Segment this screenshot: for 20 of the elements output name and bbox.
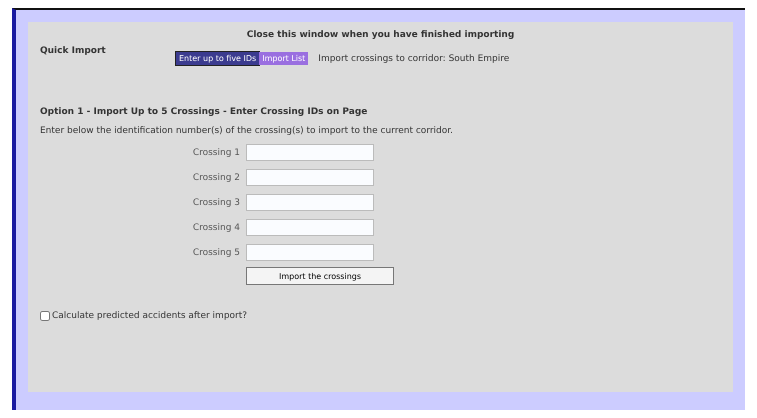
field-label: Crossing 3 — [192, 198, 240, 208]
checkbox-label: Calculate predicted accidents after import? — [52, 311, 248, 321]
field-label: Crossing 1 — [192, 148, 240, 158]
crossing-input[interactable] — [246, 194, 374, 211]
tab[interactable]: Import List — [259, 52, 308, 65]
import-button[interactable]: Import the crossings — [246, 267, 394, 285]
crossing-input[interactable] — [246, 144, 374, 161]
corridor-note: Import crossings to corridor: South Empire — [318, 54, 510, 64]
crossing-input[interactable] — [246, 219, 374, 236]
crossing-input[interactable] — [246, 244, 374, 261]
field-label: Crossing 2 — [192, 172, 240, 182]
tab[interactable]: Enter up to five IDs — [176, 52, 260, 65]
crossing-input[interactable] — [246, 169, 374, 186]
field-label: Crossing 5 — [192, 248, 240, 258]
option-title: Option 1 - Import Up to 5 Crossings - Enter Crossing IDs on Page — [40, 107, 368, 117]
field-label: Crossing 4 — [192, 222, 240, 232]
calculate-checkbox[interactable] — [40, 311, 50, 321]
instructions: Enter below the identification number(s) of the crossing(s) to import to the current corridor. — [40, 126, 454, 136]
page-header: Close this window when you have finished importing — [246, 30, 516, 40]
quick-import-label: Quick Import — [40, 46, 107, 56]
